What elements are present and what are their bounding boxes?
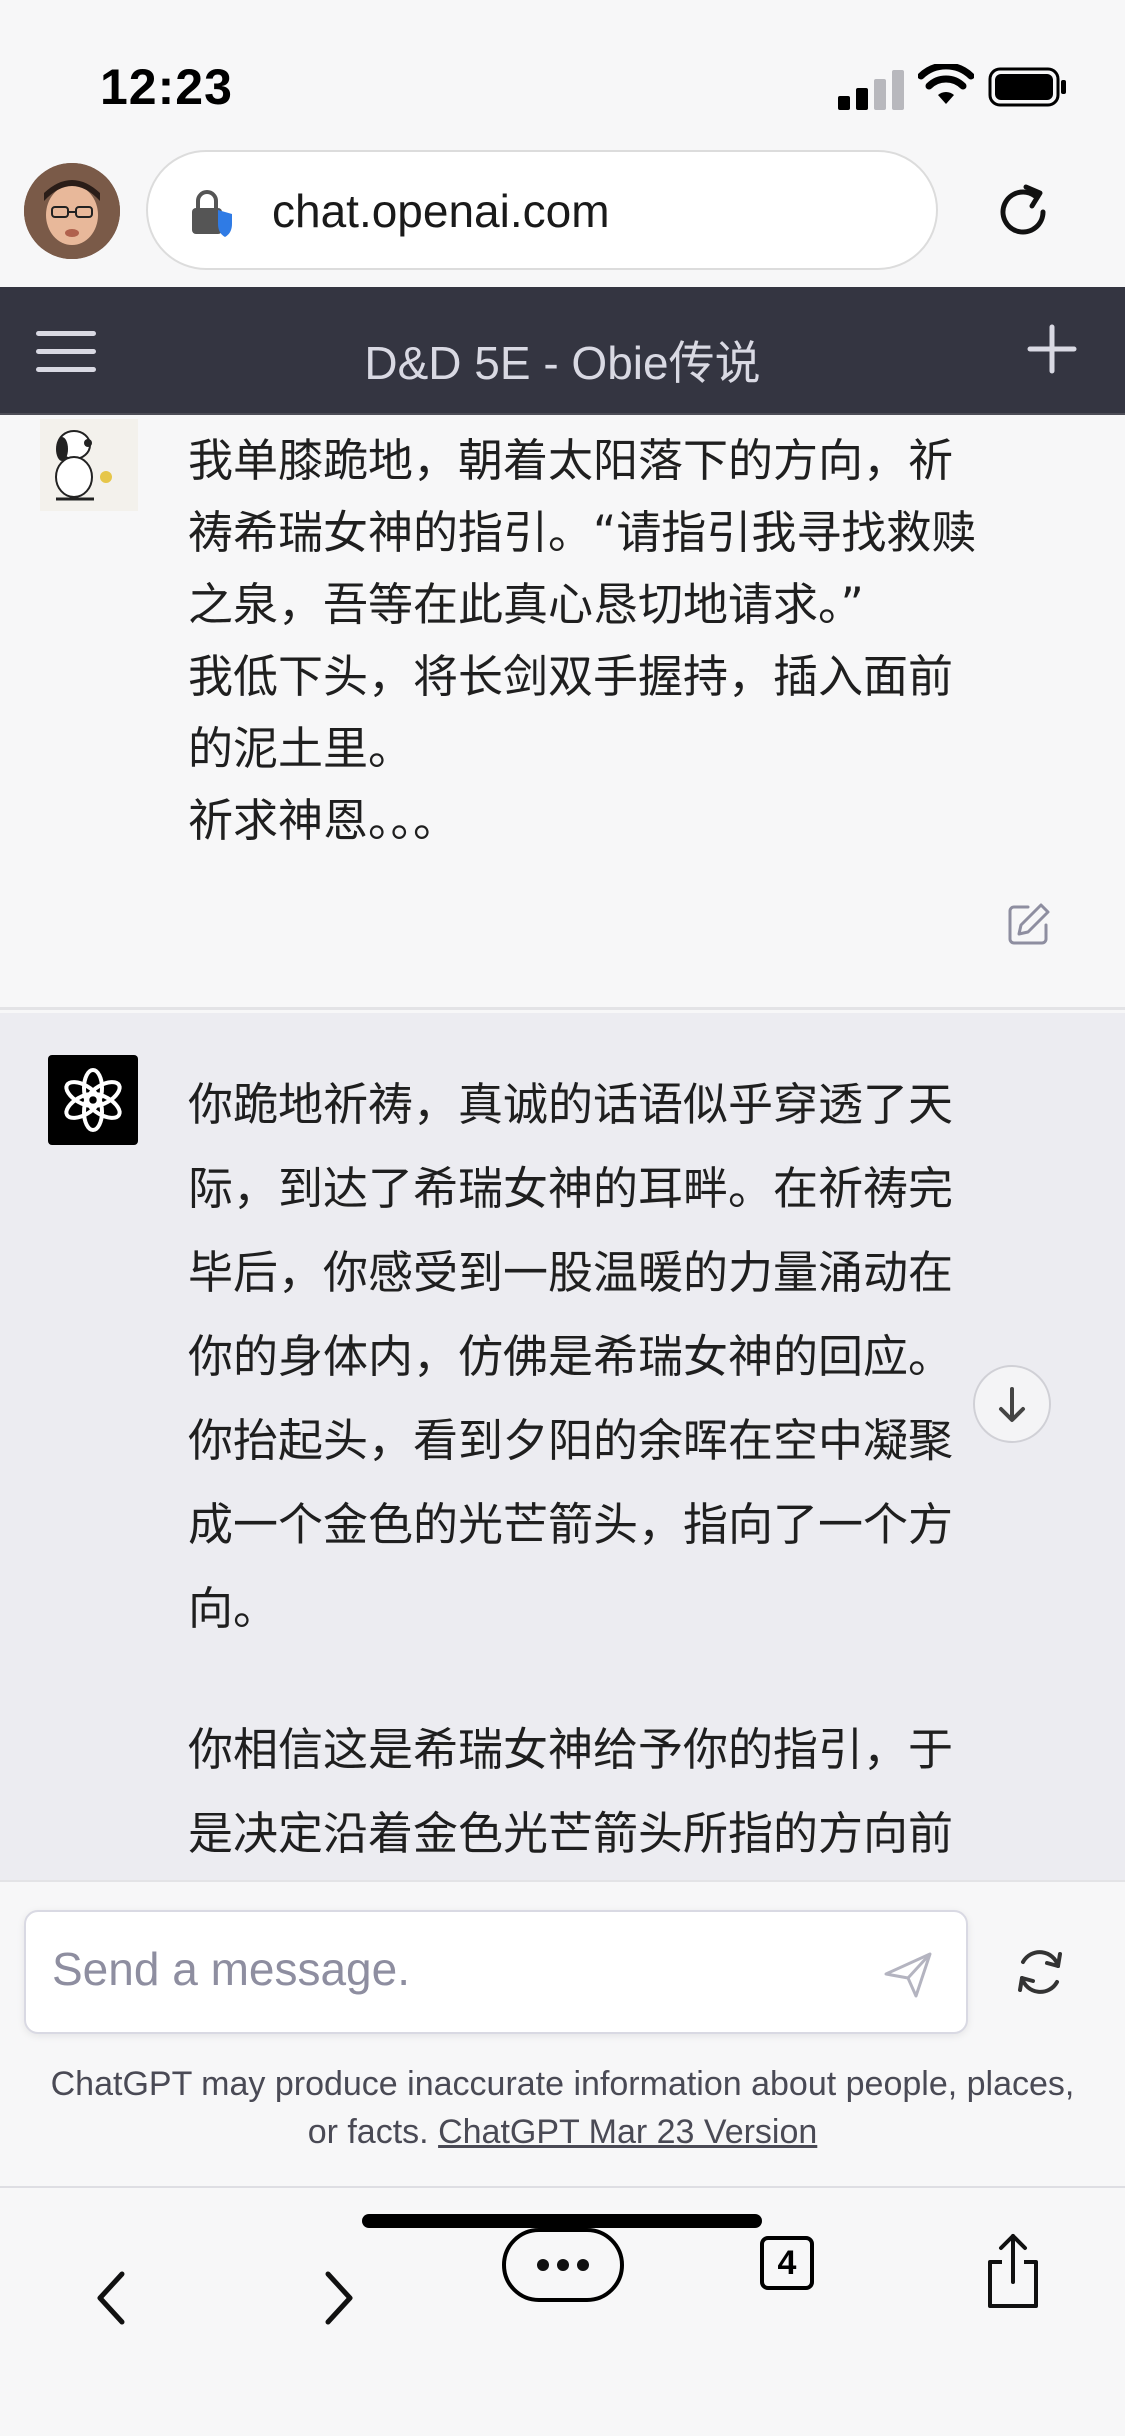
assistant-line: 是决定沿着金色光芒箭头所指的方向前 bbox=[188, 1807, 954, 1860]
snoopy-avatar-icon bbox=[40, 419, 138, 511]
wifi-icon bbox=[918, 64, 974, 104]
battery-icon bbox=[988, 67, 1066, 107]
user-line: 的泥土里。 bbox=[188, 722, 414, 775]
more-menu-button[interactable] bbox=[502, 2228, 624, 2302]
chat-thread[interactable]: 我单膝跪地，朝着太阳落下的方向，祈 祷希瑞女神的指引。“请指引我寻找救赎 之泉，… bbox=[0, 415, 1125, 1880]
assistant-line: 向。 bbox=[188, 1582, 279, 1635]
tabs-button[interactable]: 4 bbox=[760, 2236, 814, 2290]
lock-shield-icon bbox=[192, 190, 232, 237]
assistant-line: 你的身体内，仿佛是希瑞女神的回应。 bbox=[188, 1330, 954, 1383]
disclaimer: ChatGPT may produce inaccurate informati… bbox=[40, 2060, 1085, 2156]
assistant-line: 际，到达了希瑞女神的耳畔。在祈祷完 bbox=[188, 1162, 954, 1215]
chat-header: D&D 5E - Obie传说 bbox=[0, 287, 1125, 415]
message-input-placeholder: Send a message. bbox=[52, 1943, 411, 1995]
user-line: 我低下头，将长剑双手握持，插入面前 bbox=[188, 650, 954, 703]
user-line: 祷希瑞女神的指引。“请指引我寻找救赎 bbox=[188, 506, 977, 559]
assistant-line: 你相信这是希瑞女神给予你的指引，于 bbox=[188, 1723, 954, 1776]
back-chevron-icon[interactable] bbox=[84, 2258, 140, 2338]
status-bar: 12:23 bbox=[0, 0, 1125, 150]
profile-avatar[interactable] bbox=[24, 163, 120, 259]
conversation-title: D&D 5E - Obie传说 bbox=[364, 337, 761, 389]
profile-photo-icon bbox=[24, 163, 120, 259]
message-composer: Send a message. ChatGPT may produce inac… bbox=[0, 1880, 1125, 2186]
message-input[interactable]: Send a message. bbox=[24, 1910, 968, 2034]
status-time: 12:23 bbox=[100, 59, 233, 115]
edit-icon[interactable] bbox=[1006, 901, 1052, 947]
reload-icon[interactable] bbox=[990, 179, 1056, 245]
ellipsis-icon bbox=[537, 2259, 589, 2271]
user-line: 之泉，吾等在此真心恳切地请求。” bbox=[188, 578, 864, 631]
share-icon[interactable] bbox=[982, 2232, 1044, 2310]
home-indicator bbox=[362, 2214, 762, 2228]
user-line: 祈求神恩。。。 bbox=[188, 794, 459, 847]
url-field[interactable]: chat.openai.com bbox=[146, 150, 938, 270]
openai-knot-icon bbox=[64, 1068, 122, 1132]
regenerate-icon[interactable] bbox=[1010, 1942, 1070, 2002]
url-text: chat.openai.com bbox=[272, 185, 610, 237]
version-link[interactable]: ChatGPT Mar 23 Version bbox=[438, 2113, 817, 2151]
assistant-line: 你抬起头，看到夕阳的余晖在空中凝聚 bbox=[188, 1414, 954, 1467]
chatgpt-logo-icon bbox=[48, 1055, 138, 1145]
assistant-line: 毕后，你感受到一股温暖的力量涌动在 bbox=[188, 1246, 954, 1299]
scroll-to-bottom-button[interactable] bbox=[973, 1365, 1051, 1443]
forward-chevron-icon[interactable] bbox=[310, 2258, 366, 2338]
arrow-down-icon bbox=[999, 1387, 1025, 1422]
user-message: 我单膝跪地，朝着太阳落下的方向，祈 祷希瑞女神的指引。“请指引我寻找救赎 之泉，… bbox=[0, 415, 1125, 1010]
plus-icon[interactable] bbox=[1022, 319, 1082, 379]
browser-address-bar: chat.openai.com bbox=[0, 145, 1125, 287]
assistant-line: 你跪地祈祷，真诚的话语似乎穿透了天 bbox=[188, 1078, 954, 1131]
assistant-line: 成一个金色的光芒箭头，指向了一个方 bbox=[188, 1498, 954, 1551]
assistant-paragraph: 你跪地祈祷，真诚的话语似乎穿透了天 际，到达了希瑞女神的耳畔。在祈祷完 毕后，你… bbox=[188, 1063, 1068, 1651]
user-avatar bbox=[40, 419, 138, 511]
assistant-paragraph: 你相信这是希瑞女神给予你的指引，于 是决定沿着金色光芒箭头所指的方向前 bbox=[188, 1708, 1068, 1876]
cellular-signal-icon bbox=[838, 70, 904, 110]
user-message-text: 我单膝跪地，朝着太阳落下的方向，祈 祷希瑞女神的指引。“请指引我寻找救赎 之泉，… bbox=[188, 425, 1068, 857]
user-line: 我单膝跪地，朝着太阳落下的方向，祈 bbox=[188, 434, 954, 487]
send-icon[interactable] bbox=[880, 1946, 936, 2002]
assistant-message: 你跪地祈祷，真诚的话语似乎穿透了天 际，到达了希瑞女神的耳畔。在祈祷完 毕后，你… bbox=[0, 1013, 1125, 1880]
